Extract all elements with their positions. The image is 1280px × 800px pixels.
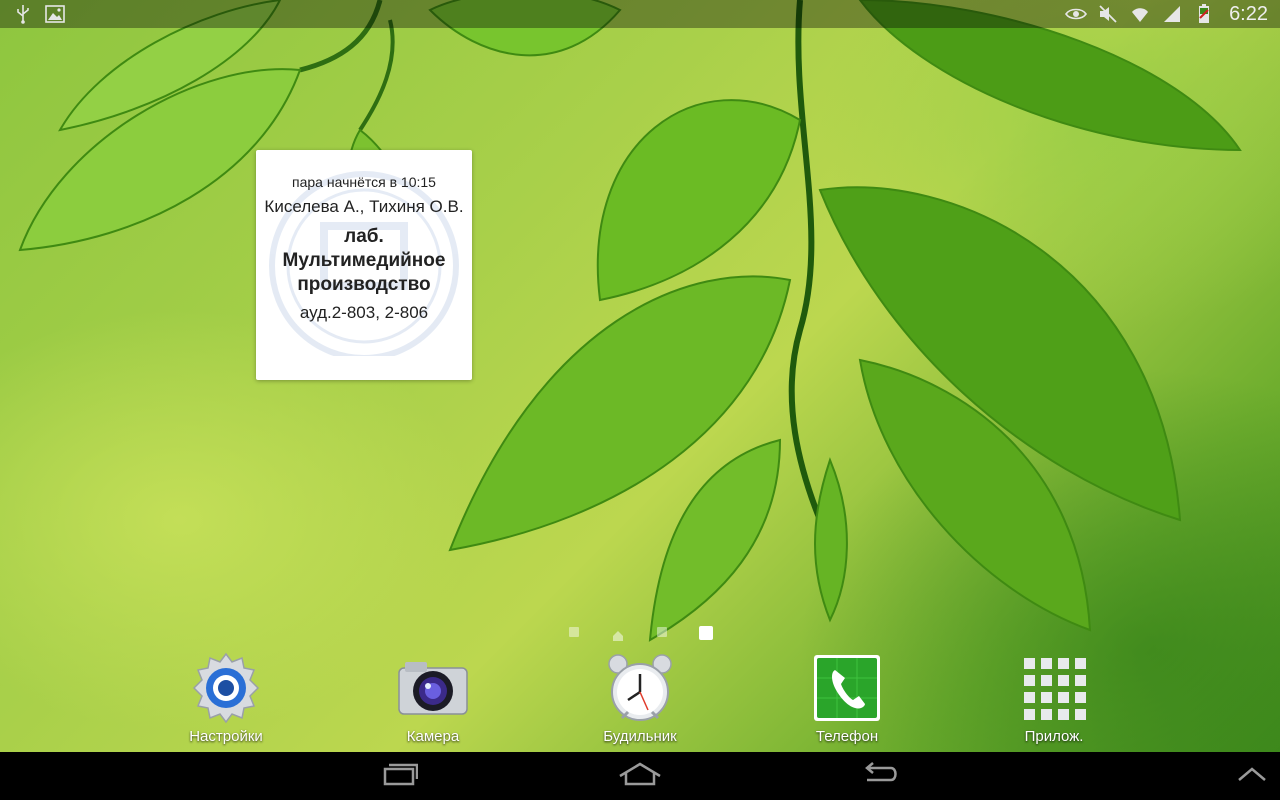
lesson-subject: лаб. Мультимедийное производство	[282, 226, 446, 295]
app-phone[interactable]: Телефон	[782, 650, 912, 746]
alarm-clock-icon	[602, 650, 678, 726]
home-button[interactable]	[610, 758, 670, 794]
app-alarm[interactable]: Будильник	[575, 650, 705, 746]
app-label: Телефон	[815, 728, 879, 745]
page-dot[interactable]	[657, 627, 667, 637]
lesson-room: ауд.2-803, 2-806	[299, 303, 429, 322]
apps-grid-icon	[1016, 650, 1092, 726]
home-page-dot-icon[interactable]	[612, 627, 624, 646]
app-label: Прилож.	[1024, 728, 1084, 745]
app-label: Будильник	[603, 728, 677, 745]
app-camera[interactable]: Камера	[368, 650, 498, 746]
page-indicator	[0, 626, 1280, 646]
app-drawer[interactable]: Прилож.	[989, 650, 1119, 746]
app-label: Настройки	[189, 728, 263, 745]
signal-icon	[1161, 4, 1183, 24]
camera-icon	[395, 650, 471, 726]
smart-stay-eye-icon	[1065, 4, 1088, 24]
wifi-icon	[1129, 4, 1151, 24]
page-dot[interactable]	[569, 627, 579, 637]
status-bar: 6:22	[0, 0, 1280, 28]
back-button[interactable]	[851, 758, 911, 794]
recent-apps-button[interactable]	[370, 758, 430, 794]
app-settings[interactable]: Настройки	[161, 650, 291, 746]
back-icon	[863, 762, 899, 790]
chevron-up-icon	[1237, 766, 1267, 786]
battery-icon	[1193, 4, 1215, 24]
phone-icon	[809, 650, 885, 726]
picture-icon	[44, 4, 66, 24]
lesson-teachers: Киселева А., Тихиня О.В.	[264, 197, 464, 216]
lesson-start-time: пара начнётся в 10:15	[292, 174, 436, 190]
navigation-bar	[0, 752, 1280, 800]
settings-gear-icon	[188, 650, 264, 726]
schedule-widget[interactable]: пара начнётся в 10:15 Киселева А., Тихин…	[256, 150, 472, 380]
page-dot-active[interactable]	[699, 626, 713, 640]
home-icon	[618, 762, 662, 790]
expand-button[interactable]	[1222, 758, 1280, 794]
recent-apps-icon	[382, 762, 419, 790]
clock-time: 6:22	[1229, 2, 1268, 25]
usb-icon	[12, 4, 34, 24]
mute-icon	[1097, 4, 1119, 24]
app-label: Камера	[406, 728, 460, 745]
